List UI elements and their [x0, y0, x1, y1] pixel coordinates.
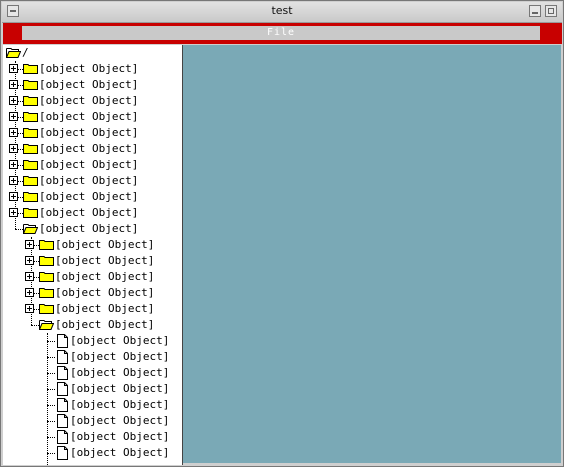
open-folder-icon: [38, 319, 55, 330]
expand-toggle-icon[interactable]: [25, 304, 34, 313]
file-menu[interactable]: File: [22, 26, 540, 40]
file-icon: [57, 430, 68, 444]
expand-toggle-icon[interactable]: [9, 128, 18, 137]
tree-item-label: [object Object]: [39, 78, 139, 91]
tree-item-label: [object Object]: [70, 414, 170, 427]
expand-toggle-icon[interactable]: [25, 288, 34, 297]
file-icon: [57, 334, 68, 348]
tree-item-label: [object Object]: [70, 366, 170, 379]
tree-connector-line: [47, 341, 55, 342]
open-folder-icon: [22, 223, 39, 234]
folder-icon: [23, 159, 38, 170]
tree-item-label: /: [22, 46, 29, 59]
content-panel: [183, 45, 561, 463]
tree-connector-line: [47, 437, 55, 438]
file-icon: [57, 366, 68, 380]
file-icon: [57, 398, 68, 412]
expand-toggle-icon[interactable]: [9, 112, 18, 121]
directory-tree[interactable]: / [object Object] [object Object] [object O…: [3, 45, 183, 465]
file-icon: [57, 446, 68, 460]
folder-icon: [23, 143, 38, 154]
expand-toggle-icon[interactable]: [25, 272, 34, 281]
tree-item-label: [object Object]: [55, 270, 155, 283]
window-title: test: [271, 4, 293, 17]
expand-toggle-icon[interactable]: [9, 96, 18, 105]
tree-item-label: [object Object]: [70, 430, 170, 443]
minimize-button[interactable]: [529, 5, 541, 17]
tree-item-label: [object Object]: [39, 206, 139, 219]
tree-connector-line: [31, 325, 39, 326]
folder-icon: [23, 63, 38, 74]
expand-toggle-icon[interactable]: [9, 80, 18, 89]
expand-toggle-icon[interactable]: [9, 144, 18, 153]
folder-icon: [39, 287, 54, 298]
file-icon: [57, 350, 68, 364]
folder-icon: [23, 191, 38, 202]
folder-icon: [23, 207, 38, 218]
expand-toggle-icon[interactable]: [9, 176, 18, 185]
tree-item-label: [object Object]: [70, 334, 170, 347]
folder-icon: [39, 239, 54, 250]
tree-item-label: [object Object]: [55, 238, 155, 251]
tree-connector-line: [47, 333, 48, 465]
menu-bar: File: [3, 23, 562, 44]
folder-icon: [23, 95, 38, 106]
tree-connector-line: [47, 421, 55, 422]
tree-item-label: [object Object]: [70, 350, 170, 363]
folder-icon: [39, 271, 54, 282]
tree-item-label: [object Object]: [55, 318, 155, 331]
tree-item-label: [object Object]: [39, 158, 139, 171]
tree-item-label: [object Object]: [70, 398, 170, 411]
folder-icon: [23, 127, 38, 138]
file-icon: [57, 414, 68, 428]
tree-item-label: [object Object]: [55, 254, 155, 267]
tree-connector-line: [47, 357, 55, 358]
title-bar[interactable]: test: [2, 2, 562, 23]
tree-connector-line: [15, 229, 23, 230]
expand-toggle-icon[interactable]: [9, 208, 18, 217]
expand-toggle-icon[interactable]: [25, 256, 34, 265]
maximize-button[interactable]: [545, 5, 557, 17]
app-window: test File / [object Object] [object Object…: [0, 0, 564, 467]
folder-icon: [23, 175, 38, 186]
expand-toggle-icon[interactable]: [25, 240, 34, 249]
expand-toggle-icon[interactable]: [9, 160, 18, 169]
tree-item-label: [object Object]: [39, 222, 139, 235]
tree-connector-line: [47, 405, 55, 406]
open-folder-icon: [5, 47, 22, 58]
tree-item-label: [object Object]: [39, 110, 139, 123]
tree-item-label: [object Object]: [39, 142, 139, 155]
tree-item-label: [object Object]: [39, 94, 139, 107]
folder-icon: [39, 303, 54, 314]
tree-item-label: [object Object]: [70, 382, 170, 395]
tree-item-label: [object Object]: [39, 174, 139, 187]
folder-icon: [23, 79, 38, 90]
tree-item-label: [object Object]: [55, 286, 155, 299]
tree-item-label: [object Object]: [39, 62, 139, 75]
tree-connector-line: [47, 373, 55, 374]
tree-connector-line: [47, 453, 55, 454]
tree-item-label: [object Object]: [55, 302, 155, 315]
tree-item-label: [object Object]: [70, 446, 170, 459]
expand-toggle-icon[interactable]: [9, 192, 18, 201]
tree-connector-line: [47, 389, 55, 390]
tree-item-label: [object Object]: [39, 126, 139, 139]
expand-toggle-icon[interactable]: [9, 64, 18, 73]
file-icon: [57, 382, 68, 396]
folder-icon: [23, 111, 38, 122]
tree-item-label: [object Object]: [39, 190, 139, 203]
folder-icon: [39, 255, 54, 266]
